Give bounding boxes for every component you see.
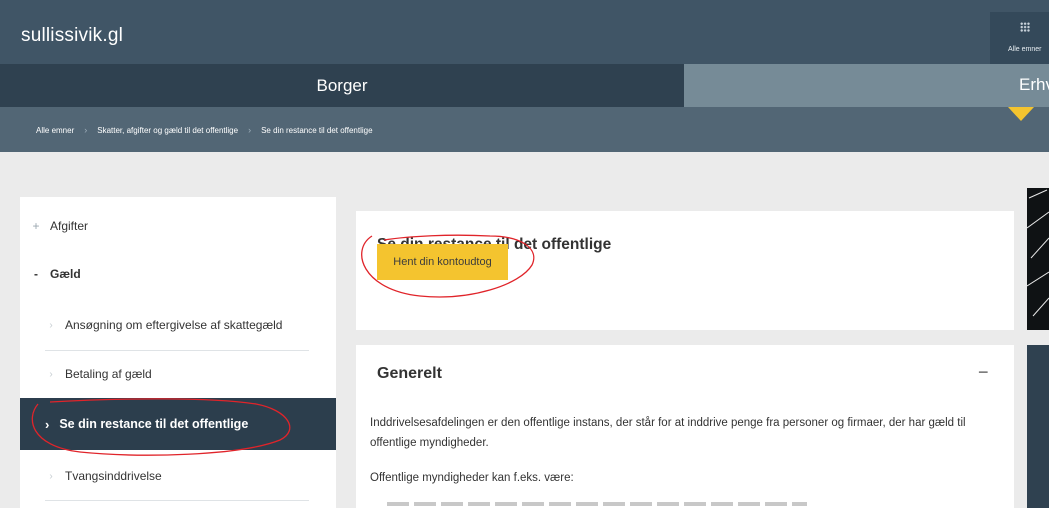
active-tab-pointer-icon: [1008, 107, 1034, 121]
hent-kontoudtog-button[interactable]: Hent din kontoudtog: [377, 244, 508, 280]
alle-emner-menu-button[interactable]: Alle emner: [990, 12, 1049, 64]
sidebar-item-label: Betaling af gæld: [65, 367, 152, 381]
sidebar-item-label: Ansøgning om eftergivelse af skattegæld: [65, 318, 283, 332]
sidebar-item-ansoegning[interactable]: › Ansøgning om eftergivelse af skattegæl…: [45, 300, 309, 351]
tab-erhverv[interactable]: Erhverv: [684, 64, 1049, 107]
chevron-right-icon: ›: [49, 470, 53, 482]
right-side-panel: [1027, 345, 1049, 508]
chevron-right-icon: ›: [84, 125, 88, 135]
sidebar-item-label: Gæld: [50, 267, 81, 281]
breadcrumb-bar: Alle emner › Skatter, afgifter og gæld t…: [0, 107, 1049, 152]
collapse-icon[interactable]: −: [978, 362, 989, 383]
sidebar-item-afgifter[interactable]: + Afgifter: [20, 210, 346, 242]
breadcrumb-item-alle-emner[interactable]: Alle emner: [36, 126, 74, 135]
chevron-right-icon: ›: [248, 125, 252, 135]
top-header: sullissivik.gl Alle emner: [0, 0, 1049, 64]
plus-icon: +: [32, 219, 40, 233]
sidebar-item-betaling[interactable]: › Betaling af gæld: [45, 351, 309, 397]
cut-off-text-line: [387, 502, 807, 506]
sidebar-item-gaeld[interactable]: - Gæld: [20, 258, 346, 290]
breadcrumb-item-skatter[interactable]: Skatter, afgifter og gæld til det offent…: [97, 126, 238, 135]
sidebar-item-tvangsinddrivelse[interactable]: › Tvangsinddrivelse: [45, 452, 309, 501]
minus-icon: -: [34, 267, 38, 281]
sidebar-item-label: Tvangsinddrivelse: [65, 469, 162, 483]
generelt-section: Generelt − Inddrivelsesafdelingen er den…: [356, 345, 1014, 508]
tab-erhverv-label: Erhverv: [1019, 75, 1049, 94]
section-title: Generelt: [377, 365, 442, 382]
sidebar-item-label: Afgifter: [50, 219, 89, 233]
chevron-right-icon: ›: [49, 368, 53, 380]
chevron-right-icon: ›: [49, 319, 53, 331]
breadcrumb-item-current: Se din restance til det offentlige: [261, 125, 373, 135]
grid-menu-icon: [1020, 22, 1030, 32]
sidebar-item-se-din-restance[interactable]: › Se din restance til det offentlige: [20, 398, 336, 450]
chevron-right-icon: ›: [45, 416, 50, 432]
section-paragraph: Offentlige myndigheder kan f.eks. være:: [370, 472, 574, 484]
audience-tabs: Borger Erhverv: [0, 64, 1049, 107]
alle-emner-label: Alle emner: [1008, 46, 1042, 53]
breadcrumb: Alle emner › Skatter, afgifter og gæld t…: [36, 125, 373, 135]
tab-borger-label: Borger: [316, 75, 368, 95]
section-paragraph: Inddrivelsesafdelingen er den offentlige…: [370, 417, 966, 449]
site-logo[interactable]: sullissivik.gl: [21, 25, 123, 47]
sidebar-item-label: Se din restance til det offentlige: [59, 417, 249, 431]
right-promo-image: [1027, 188, 1049, 330]
tab-borger[interactable]: Borger: [0, 64, 684, 107]
